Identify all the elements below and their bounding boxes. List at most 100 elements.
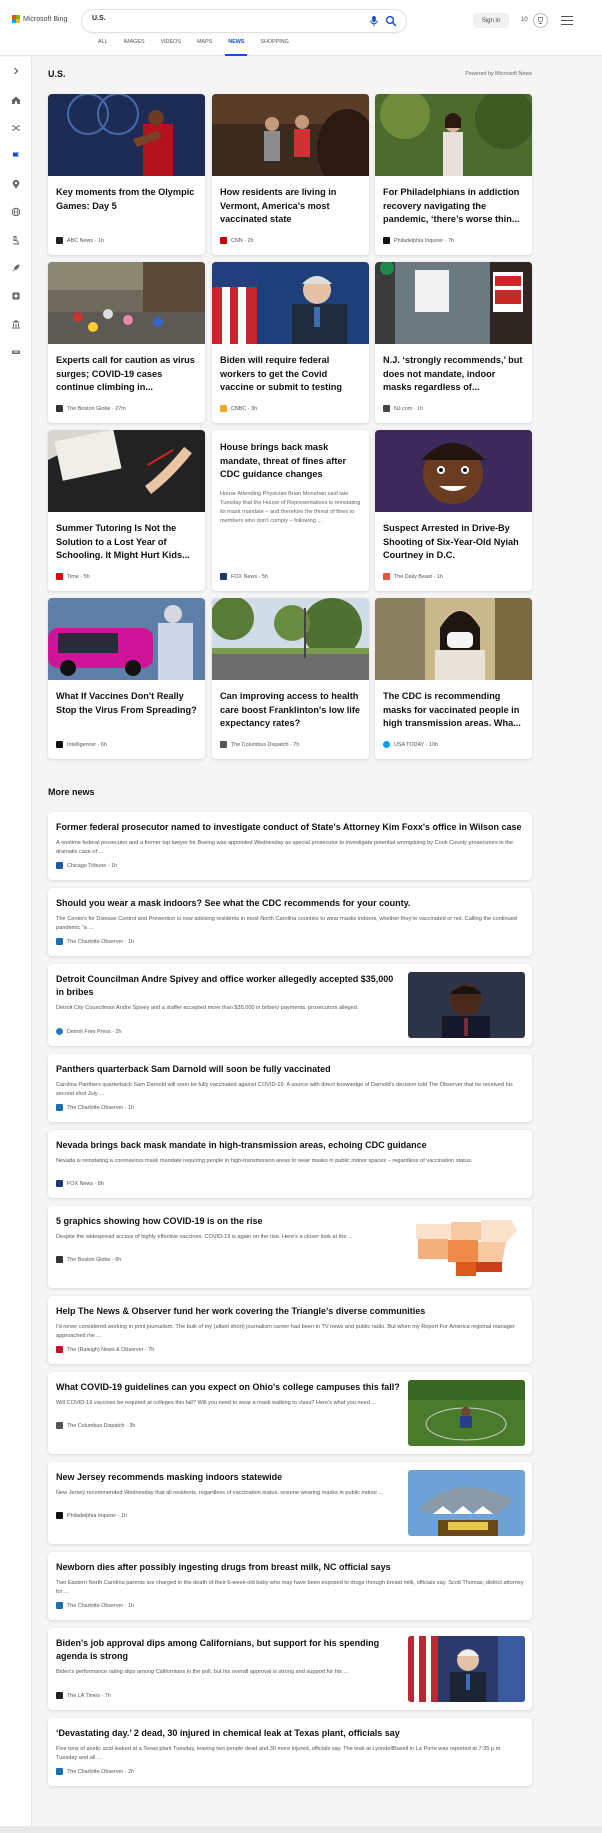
source-logo-icon xyxy=(56,862,63,869)
list-item-snippet: Biden's performance rating slips among C… xyxy=(56,1669,349,1675)
list-item-snippet: Nevada is reinstating a coronavirus mask… xyxy=(56,1158,473,1164)
list-item-snippet: Will COVID-19 vaccines be required at co… xyxy=(56,1400,377,1406)
card-source: Time · 5h xyxy=(56,573,90,580)
search-box[interactable]: U.S. xyxy=(82,10,406,32)
card-title[interactable]: Biden will require federal workers to ge… xyxy=(220,354,362,395)
list-item[interactable]: ‘Devastating day.’ 2 dead, 30 injured in… xyxy=(48,1718,532,1786)
more-news-title: More news xyxy=(48,787,95,797)
list-item-source: Philadelphia Inquirer · 1h xyxy=(56,1512,127,1519)
rocket-icon[interactable] xyxy=(11,263,21,273)
list-item-title[interactable]: Biden's job approval dips among Californ… xyxy=(56,1637,401,1663)
list-item[interactable]: Panthers quarterback Sam Darnold will so… xyxy=(48,1054,532,1122)
news-card[interactable]: N.J. ‘strongly recommends,’ but does not… xyxy=(375,262,532,423)
source-logo-icon xyxy=(220,741,227,748)
source-logo-icon xyxy=(383,237,390,244)
list-item-title[interactable]: Should you wear a mask indoors? See what… xyxy=(56,897,524,910)
list-item-thumbnail xyxy=(408,1636,525,1702)
shuffle-icon[interactable] xyxy=(11,123,21,133)
list-item[interactable]: Biden's job approval dips among Californ… xyxy=(48,1628,532,1710)
list-item-title[interactable]: Nevada brings back mask mandate in high-… xyxy=(56,1139,524,1152)
rewards-trophy-icon[interactable] xyxy=(533,13,548,28)
news-card[interactable]: For Philadelphians in addiction recovery… xyxy=(375,94,532,255)
card-title[interactable]: What If Vaccines Don't Really Stop the V… xyxy=(56,690,198,717)
news-card[interactable]: Summer Tutoring Is Not the Solution to a… xyxy=(48,430,205,591)
car-icon[interactable] xyxy=(11,347,21,357)
card-image xyxy=(375,430,532,512)
card-title[interactable]: Summer Tutoring Is Not the Solution to a… xyxy=(56,522,198,563)
list-item-title[interactable]: What COVID-19 guidelines can you expect … xyxy=(56,1381,401,1394)
source-logo-icon xyxy=(56,1104,63,1111)
list-item[interactable]: What COVID-19 guidelines can you expect … xyxy=(48,1372,532,1454)
list-item-source: Chicago Tribune · 1h xyxy=(56,862,117,869)
list-item-title[interactable]: Former federal prosecutor named to inves… xyxy=(56,821,524,834)
card-title[interactable]: House brings back mask mandate, threat o… xyxy=(220,441,362,482)
list-item-source: The Charlotte Observer · 1h xyxy=(56,1104,134,1111)
card-image xyxy=(48,430,205,512)
card-title[interactable]: Suspect Arrested in Drive-By Shooting of… xyxy=(383,522,525,563)
tab-images[interactable]: IMAGES xyxy=(116,39,153,56)
card-source: The Boston Globe · 27m xyxy=(56,405,126,412)
card-image xyxy=(375,598,532,680)
list-item-title[interactable]: 5 graphics showing how COVID-19 is on th… xyxy=(56,1215,401,1228)
list-item[interactable]: Help The News & Observer fund her work c… xyxy=(48,1296,532,1364)
microscope-icon[interactable] xyxy=(11,235,21,245)
bing-logo[interactable]: Microsoft Bing xyxy=(12,15,67,23)
news-card[interactable]: The CDC is recommending masks for vaccin… xyxy=(375,598,532,759)
list-item-snippet: Five tons of acetic acid leaked at a Tex… xyxy=(56,1746,502,1761)
building-icon[interactable] xyxy=(11,319,21,329)
sign-in-button[interactable]: Sign in xyxy=(473,13,509,28)
location-icon[interactable] xyxy=(11,179,21,189)
source-logo-icon xyxy=(56,741,63,748)
search-input[interactable]: U.S. xyxy=(92,15,106,22)
globe-icon[interactable] xyxy=(11,207,21,217)
tab-videos[interactable]: VIDEOS xyxy=(153,39,189,56)
source-logo-icon xyxy=(56,938,63,945)
card-title[interactable]: How residents are living in Vermont, Ame… xyxy=(220,186,362,227)
news-card[interactable]: Biden will require federal workers to ge… xyxy=(212,262,369,423)
list-item-title[interactable]: Help The News & Observer fund her work c… xyxy=(56,1305,524,1318)
card-title[interactable]: Key moments from the Olympic Games: Day … xyxy=(56,186,198,213)
source-logo-icon xyxy=(56,405,63,412)
news-card[interactable]: Suspect Arrested in Drive-By Shooting of… xyxy=(375,430,532,591)
list-item-snippet: The Centers for Disease Control and Prev… xyxy=(56,916,517,931)
list-item[interactable]: 5 graphics showing how COVID-19 is on th… xyxy=(48,1206,532,1288)
list-item[interactable]: Nevada brings back mask mandate in high-… xyxy=(48,1130,532,1198)
tab-all[interactable]: ALL xyxy=(90,39,116,56)
list-item-title[interactable]: New Jersey recommends masking indoors st… xyxy=(56,1471,401,1484)
card-title[interactable]: Can improving access to health care boos… xyxy=(220,690,362,731)
list-item-source: The LA Times · 7h xyxy=(56,1692,111,1699)
news-card[interactable]: Key moments from the Olympic Games: Day … xyxy=(48,94,205,255)
news-card[interactable]: Can improving access to health care boos… xyxy=(212,598,369,759)
home-icon[interactable] xyxy=(11,95,21,105)
source-logo-icon xyxy=(56,1256,63,1263)
tab-shopping[interactable]: SHOPPING xyxy=(252,39,296,56)
tab-news[interactable]: NEWS xyxy=(220,39,252,56)
search-icon[interactable] xyxy=(385,15,397,27)
news-card[interactable]: How residents are living in Vermont, Ame… xyxy=(212,94,369,255)
list-item-title[interactable]: Newborn dies after possibly ingesting dr… xyxy=(56,1561,524,1574)
card-title[interactable]: For Philadelphians in addiction recovery… xyxy=(383,186,525,227)
card-title[interactable]: N.J. ‘strongly recommends,’ but does not… xyxy=(383,354,525,395)
search-nav-tabs: ALL IMAGES VIDEOS MAPS NEWS SHOPPING xyxy=(90,39,297,56)
news-card[interactable]: House brings back mask mandate, threat o… xyxy=(212,430,369,591)
microphone-icon[interactable] xyxy=(368,15,380,27)
list-item[interactable]: Detroit Councilman Andre Spivey and offi… xyxy=(48,964,532,1046)
list-item-source: The Charlotte Observer · 2h xyxy=(56,1768,134,1775)
news-card[interactable]: What If Vaccines Don't Really Stop the V… xyxy=(48,598,205,759)
list-item[interactable]: Newborn dies after possibly ingesting dr… xyxy=(48,1552,532,1620)
flag-icon[interactable] xyxy=(11,151,21,161)
expand-arrow-icon[interactable] xyxy=(11,66,21,76)
tab-maps[interactable]: MAPS xyxy=(189,39,220,56)
hamburger-menu-icon[interactable] xyxy=(561,16,573,26)
list-item-title[interactable]: Panthers quarterback Sam Darnold will so… xyxy=(56,1063,524,1076)
list-item[interactable]: Should you wear a mask indoors? See what… xyxy=(48,888,532,956)
list-item[interactable]: New Jersey recommends masking indoors st… xyxy=(48,1462,532,1544)
card-source: The Columbus Dispatch · 7h xyxy=(220,741,299,748)
list-item-title[interactable]: Detroit Councilman Andre Spivey and offi… xyxy=(56,973,401,999)
film-icon[interactable] xyxy=(11,291,21,301)
card-title[interactable]: The CDC is recommending masks for vaccin… xyxy=(383,690,525,731)
news-card[interactable]: Experts call for caution as virus surges… xyxy=(48,262,205,423)
card-title[interactable]: Experts call for caution as virus surges… xyxy=(56,354,198,395)
list-item[interactable]: Former federal prosecutor named to inves… xyxy=(48,812,532,880)
list-item-title[interactable]: ‘Devastating day.’ 2 dead, 30 injured in… xyxy=(56,1727,524,1740)
